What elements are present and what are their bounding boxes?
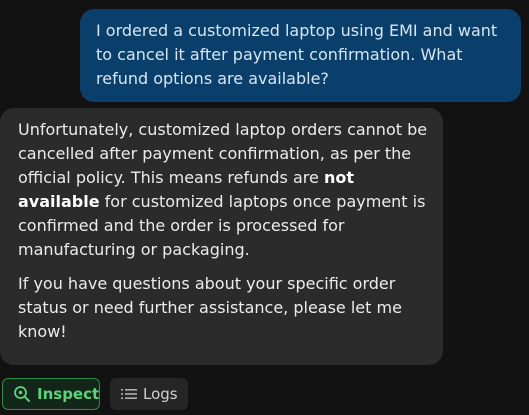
assistant-paragraph-1: Unfortunately, customized laptop orders …: [18, 118, 429, 262]
user-message: I ordered a customized laptop using EMI …: [80, 9, 521, 102]
logs-button[interactable]: Logs: [110, 378, 188, 410]
user-message-text: I ordered a customized laptop using EMI …: [96, 21, 498, 88]
assistant-message: Unfortunately, customized laptop orders …: [0, 108, 443, 365]
assistant-paragraph-2: If you have questions about your specifi…: [18, 274, 402, 341]
assistant-text-start: Unfortunately, customized laptop orders …: [18, 120, 428, 187]
magnifier-icon: [13, 385, 31, 403]
inspect-button[interactable]: Inspect: [2, 378, 100, 410]
list-icon: [121, 387, 137, 401]
logs-label: Logs: [143, 385, 178, 403]
inspect-label: Inspect: [37, 385, 100, 403]
